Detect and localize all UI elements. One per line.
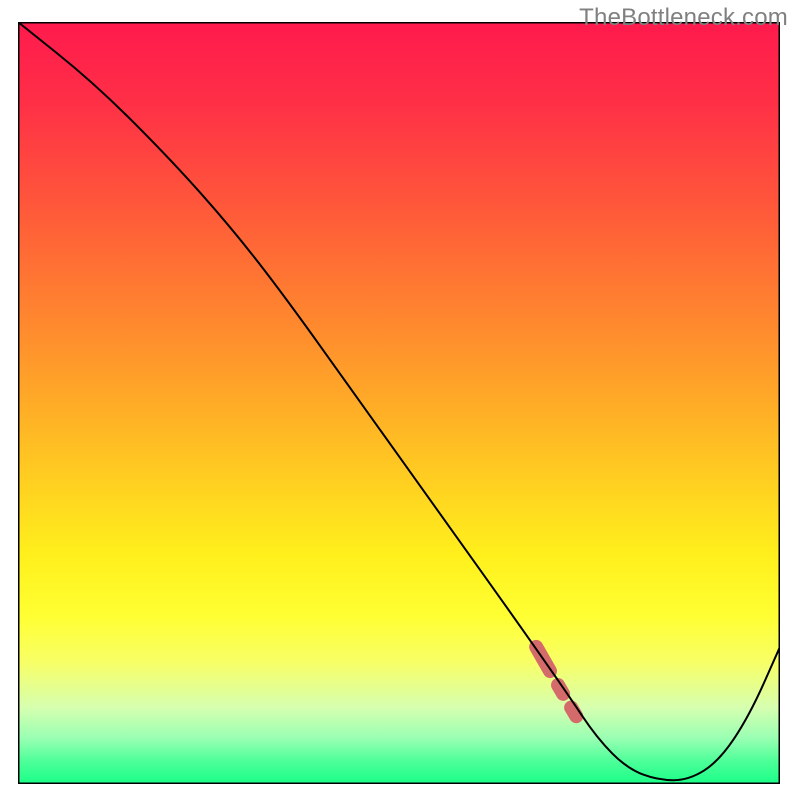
gradient-background [18,22,780,784]
watermark-text: TheBottleneck.com [579,4,788,32]
chart-svg [18,22,780,784]
plot-area [18,22,780,784]
chart-container: TheBottleneck.com [0,0,800,800]
